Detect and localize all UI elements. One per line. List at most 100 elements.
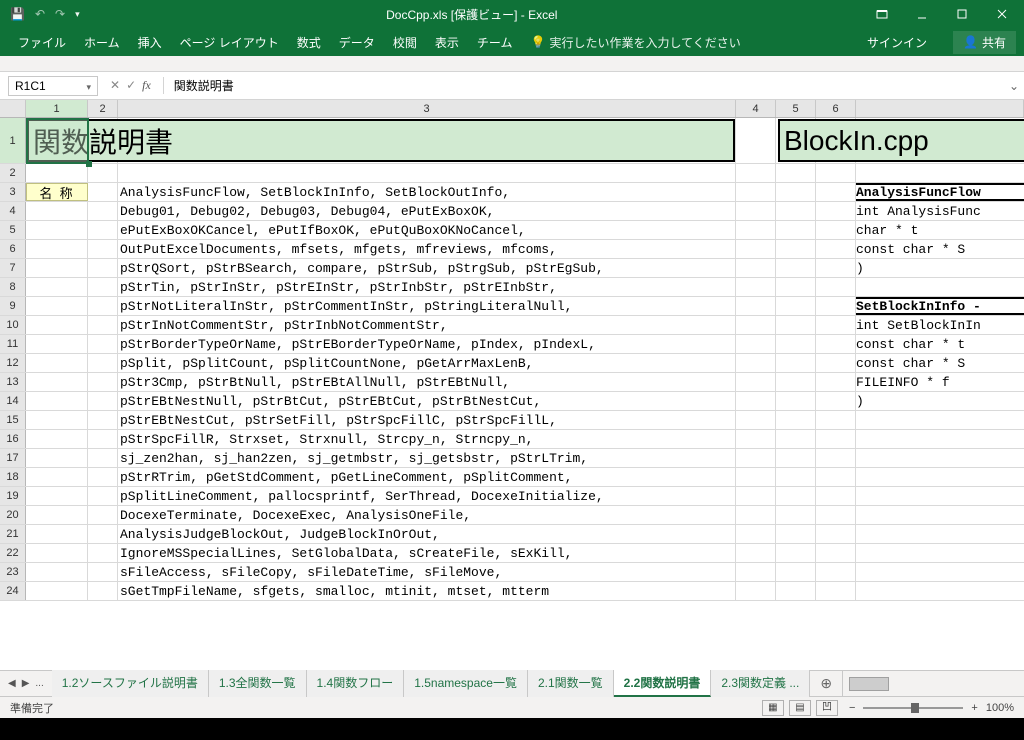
cell[interactable]	[776, 297, 816, 315]
cell[interactable]	[88, 183, 118, 201]
row-header[interactable]: 1	[0, 118, 26, 163]
cell[interactable]	[26, 563, 88, 581]
cell[interactable]	[736, 487, 776, 505]
cell[interactable]	[88, 297, 118, 315]
close-button[interactable]	[984, 3, 1020, 25]
cell[interactable]	[816, 202, 856, 220]
cell[interactable]	[736, 278, 776, 296]
row-header[interactable]: 10	[0, 316, 26, 334]
cell[interactable]	[736, 506, 776, 524]
cell[interactable]	[26, 221, 88, 239]
zoom-slider-thumb[interactable]	[911, 703, 919, 713]
cell[interactable]	[776, 411, 816, 429]
undo-icon[interactable]: ↶	[35, 7, 45, 21]
cell[interactable]	[26, 430, 88, 448]
row-header[interactable]: 16	[0, 430, 26, 448]
cell[interactable]: pSplit, pSplitCount, pSplitCountNone, pG…	[118, 354, 736, 372]
cell[interactable]	[736, 563, 776, 581]
formula-expand-icon[interactable]: ⌄	[1004, 79, 1024, 93]
tab-data[interactable]: データ	[339, 34, 375, 51]
row-header[interactable]: 7	[0, 259, 26, 277]
row-header[interactable]: 3	[0, 183, 26, 201]
cell[interactable]	[776, 506, 816, 524]
sheet-tab[interactable]: 2.1関数一覧	[528, 670, 614, 697]
cell[interactable]	[856, 164, 1024, 182]
sheet-tab[interactable]: 1.2ソースファイル説明書	[52, 670, 209, 697]
cell[interactable]	[88, 506, 118, 524]
col-header[interactable]: 3	[118, 100, 736, 117]
cell[interactable]	[816, 240, 856, 258]
sheet-tab[interactable]: 1.3全関数一覧	[209, 670, 307, 697]
cell[interactable]	[88, 354, 118, 372]
cell[interactable]	[26, 487, 88, 505]
cell[interactable]	[88, 278, 118, 296]
cell[interactable]	[776, 335, 816, 353]
cell[interactable]: pStrRTrim, pGetStdComment, pGetLineComme…	[118, 468, 736, 486]
cell[interactable]	[88, 563, 118, 581]
spreadsheet-grid[interactable]: 1 2 3 4 5 6 123名 称AnalysisFuncFlow, SetB…	[0, 100, 1024, 670]
cell[interactable]	[816, 506, 856, 524]
ribbon-options-icon[interactable]	[864, 3, 900, 25]
cell[interactable]: int SetBlockInIn	[856, 316, 1024, 334]
cell[interactable]: )	[856, 259, 1024, 277]
sheet-nav-more-icon[interactable]: ...	[35, 678, 43, 689]
cell[interactable]	[736, 411, 776, 429]
cell[interactable]	[776, 582, 816, 600]
cell[interactable]	[776, 449, 816, 467]
cell[interactable]: sGetTmpFileName, sfgets, smalloc, mtinit…	[118, 582, 736, 600]
row-header[interactable]: 11	[0, 335, 26, 353]
row-header[interactable]: 2	[0, 164, 26, 182]
cell[interactable]	[816, 297, 856, 315]
cell[interactable]	[776, 373, 816, 391]
cell[interactable]	[776, 202, 816, 220]
cell[interactable]	[816, 335, 856, 353]
cell[interactable]: sj_zen2han, sj_han2zen, sj_getmbstr, sj_…	[118, 449, 736, 467]
col-header[interactable]: 4	[736, 100, 776, 117]
tab-home[interactable]: ホーム	[84, 34, 120, 51]
cell[interactable]	[856, 449, 1024, 467]
cell[interactable]	[856, 278, 1024, 296]
cell[interactable]	[816, 411, 856, 429]
cell[interactable]	[88, 221, 118, 239]
cell[interactable]	[816, 259, 856, 277]
cell[interactable]	[88, 544, 118, 562]
sign-in[interactable]: サインイン	[867, 34, 927, 51]
row-header[interactable]: 14	[0, 392, 26, 410]
cell[interactable]	[856, 582, 1024, 600]
tab-file[interactable]: ファイル	[18, 34, 66, 51]
cell[interactable]	[736, 183, 776, 201]
qat-dropdown-icon[interactable]: ▾	[75, 9, 80, 20]
cell[interactable]	[776, 468, 816, 486]
cell[interactable]	[88, 468, 118, 486]
share-button[interactable]: 👤共有	[953, 31, 1016, 54]
col-header[interactable]: 1	[26, 100, 88, 117]
row-header[interactable]: 23	[0, 563, 26, 581]
cell[interactable]	[776, 278, 816, 296]
cell[interactable]	[88, 202, 118, 220]
filename-cell[interactable]: BlockIn.cpp	[778, 119, 1024, 162]
tab-insert[interactable]: 挿入	[138, 34, 162, 51]
cell[interactable]	[736, 118, 776, 163]
cell[interactable]	[88, 449, 118, 467]
cell[interactable]	[776, 221, 816, 239]
cell[interactable]	[88, 164, 118, 182]
row-header[interactable]: 13	[0, 373, 26, 391]
row-header[interactable]: 21	[0, 525, 26, 543]
row-header[interactable]: 12	[0, 354, 26, 372]
cell[interactable]: pStr3Cmp, pStrBtNull, pStrEBtAllNull, pS…	[118, 373, 736, 391]
col-header[interactable]: 2	[88, 100, 118, 117]
cell[interactable]	[816, 278, 856, 296]
tab-review[interactable]: 校閲	[393, 34, 417, 51]
sheet-nav-next-icon[interactable]: ▶	[22, 678, 30, 689]
cell[interactable]: pStrNotLiteralInStr, pStrCommentInStr, p…	[118, 297, 736, 315]
redo-icon[interactable]: ↷	[55, 7, 65, 21]
row-header[interactable]: 4	[0, 202, 26, 220]
cell[interactable]	[736, 392, 776, 410]
cell[interactable]: pStrQSort, pStrBSearch, compare, pStrSub…	[118, 259, 736, 277]
cell[interactable]	[776, 183, 816, 201]
cell[interactable]	[856, 563, 1024, 581]
cell[interactable]	[26, 278, 88, 296]
cell[interactable]: IgnoreMSSpecialLines, SetGlobalData, sCr…	[118, 544, 736, 562]
fill-handle[interactable]	[86, 161, 92, 167]
cell[interactable]: SetBlockInInfo -	[856, 297, 1024, 315]
